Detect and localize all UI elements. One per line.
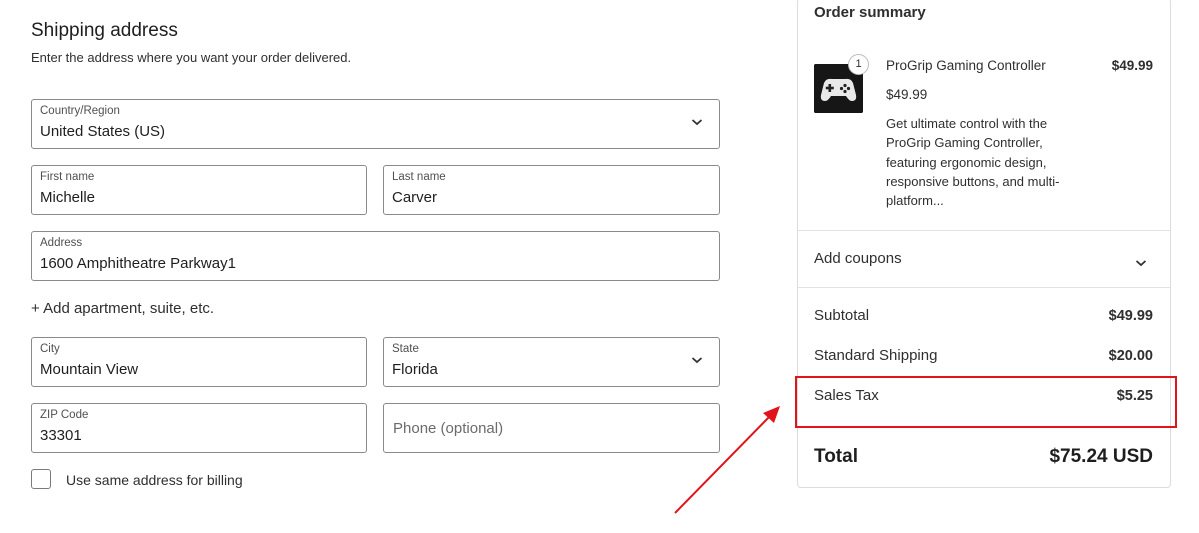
add-coupons-toggle[interactable]: Add coupons: [814, 250, 902, 267]
same-billing-label[interactable]: Use same address for billing: [66, 472, 243, 488]
city-label: City: [40, 343, 60, 355]
address-field[interactable]: Address 1600 Amphitheatre Parkway1: [31, 231, 720, 281]
country-select[interactable]: Country/Region United States (US): [31, 99, 720, 149]
product-unit-price: $49.99: [886, 87, 928, 102]
order-summary-title: Order summary: [814, 4, 926, 21]
first-name-field[interactable]: First name Michelle: [31, 165, 367, 215]
chevron-down-icon: [691, 355, 703, 365]
shipping-title: Shipping address: [31, 20, 178, 41]
city-field[interactable]: City Mountain View: [31, 337, 367, 387]
shipping-subtitle: Enter the address where you want your or…: [31, 50, 352, 65]
first-name-value: Michelle: [40, 189, 96, 206]
add-apartment-link[interactable]: + Add apartment, suite, etc.: [31, 300, 214, 317]
state-select[interactable]: State Florida: [383, 337, 720, 387]
product-line-price: $49.99: [1111, 58, 1153, 73]
phone-placeholder: Phone (optional): [393, 420, 504, 437]
last-name-field[interactable]: Last name Carver: [383, 165, 720, 215]
sales-tax-highlight-box: [795, 376, 1177, 428]
same-billing-checkbox[interactable]: [31, 469, 51, 489]
total-label: Total: [814, 446, 858, 467]
quantity-badge: 1: [848, 54, 869, 75]
address-value: 1600 Amphitheatre Parkway1: [40, 255, 236, 272]
divider: [798, 230, 1170, 231]
city-value: Mountain View: [40, 361, 139, 378]
divider: [798, 287, 1170, 288]
subtotal-label: Subtotal: [814, 307, 870, 324]
first-name-label: First name: [40, 171, 95, 183]
shipping-cost-value: $20.00: [1108, 348, 1153, 364]
country-label: Country/Region: [40, 105, 120, 117]
state-label: State: [392, 343, 419, 355]
chevron-down-icon[interactable]: [1135, 255, 1147, 267]
shipping-cost-label: Standard Shipping: [814, 347, 938, 364]
total-value: $75.24 USD: [1049, 446, 1153, 467]
product-description: Get ultimate control with the ProGrip Ga…: [886, 116, 1060, 209]
chevron-down-icon: [691, 117, 703, 127]
address-label: Address: [40, 237, 83, 249]
last-name-label: Last name: [392, 171, 446, 183]
phone-field[interactable]: Phone (optional): [383, 403, 720, 453]
subtotal-value: $49.99: [1108, 308, 1153, 324]
country-value: United States (US): [40, 123, 166, 140]
product-name: ProGrip Gaming Controller: [886, 58, 1046, 73]
zip-field[interactable]: ZIP Code 33301: [31, 403, 367, 453]
last-name-value: Carver: [392, 189, 438, 206]
zip-value: 33301: [40, 427, 82, 444]
zip-label: ZIP Code: [40, 409, 89, 421]
state-value: Florida: [392, 361, 438, 378]
